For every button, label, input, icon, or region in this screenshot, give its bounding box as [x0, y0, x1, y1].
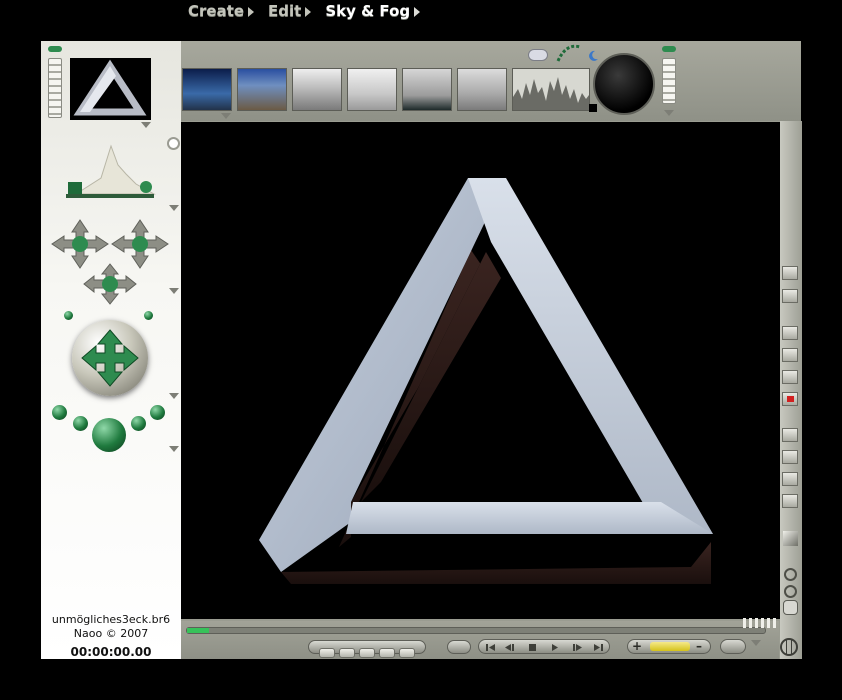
camera-move-icon [51, 219, 169, 305]
terrain-options-arrow[interactable] [169, 205, 179, 211]
playback-controls [478, 639, 610, 654]
stop-icon [529, 644, 536, 651]
view-solid-button[interactable] [782, 348, 798, 362]
sky-preset-4[interactable] [347, 68, 397, 111]
trackball-options-arrow[interactable] [169, 393, 179, 399]
play-icon [552, 644, 558, 651]
chevron-right-icon [414, 6, 421, 17]
zoom-in-icon[interactable] [784, 568, 797, 581]
step-back-icon [505, 644, 514, 651]
sun-dial-icon[interactable] [593, 53, 655, 115]
remove-key-icon[interactable]: – [696, 640, 708, 652]
file-name: unmögliches3eck.br6 [51, 613, 171, 626]
last-frame-icon [594, 644, 603, 651]
file-info: unmögliches3eck.br6 Naoo © 2007 00:00:00… [41, 613, 181, 659]
key-icon[interactable] [650, 642, 690, 651]
flyaround-left[interactable] [52, 405, 67, 420]
camera-reset-left[interactable] [64, 311, 73, 320]
display-options-4[interactable] [782, 494, 798, 508]
memory-dots-right[interactable] [662, 58, 676, 104]
first-frame-icon [486, 644, 495, 651]
memory-button[interactable] [339, 647, 355, 658]
sky-preset-2[interactable] [237, 68, 287, 111]
trackball-arrows-icon [81, 329, 139, 387]
sky-preset-6[interactable] [457, 68, 507, 111]
trackball[interactable] [72, 320, 148, 396]
preview-options-arrow[interactable] [141, 122, 151, 128]
animation-memory-buttons[interactable] [308, 640, 426, 658]
moon-icon[interactable] [587, 47, 599, 61]
file-author: Naoo © 2007 [73, 627, 149, 640]
status-led [48, 46, 62, 52]
keyframe-controls: + – [627, 639, 711, 654]
flyaround-mid-right[interactable] [131, 416, 146, 431]
display-options-2[interactable] [782, 450, 798, 464]
render-toggle[interactable] [167, 137, 180, 150]
sky-options-arrow[interactable] [664, 110, 674, 116]
memory-button[interactable] [359, 647, 375, 658]
add-key-icon[interactable]: + [632, 640, 644, 652]
timecode: 00:00:00.00 [70, 645, 152, 659]
menu-create[interactable]: Create [188, 2, 255, 20]
status-led-right [662, 46, 676, 52]
cube-icon[interactable] [783, 531, 798, 546]
hand-icon[interactable] [783, 600, 798, 615]
flyaround-mid-left[interactable] [73, 416, 88, 431]
menu-sky-fog[interactable]: Sky & Fog [325, 2, 421, 20]
memory-button[interactable] [379, 647, 395, 658]
animation-options-arrow[interactable] [751, 640, 761, 646]
cloud-icon[interactable] [528, 49, 548, 61]
render-viewport[interactable] [181, 122, 780, 619]
camera-options-arrow[interactable] [169, 288, 179, 294]
display-options-3[interactable] [782, 472, 798, 486]
sky-preset-1[interactable] [182, 68, 232, 111]
camera-reset-right[interactable] [144, 311, 153, 320]
display-options-1[interactable] [782, 428, 798, 442]
timeline-playhead[interactable] [187, 628, 209, 633]
memory-button[interactable] [399, 647, 415, 658]
palette-menu: Create Edit Sky & Fog [188, 0, 421, 22]
sky-presets [182, 68, 590, 111]
frequency-graph-icon [513, 77, 589, 110]
penrose-triangle-render [259, 178, 713, 584]
sky-preset-3[interactable] [292, 68, 342, 111]
pencil-icon[interactable] [782, 266, 798, 280]
sun-path-icon[interactable] [556, 43, 582, 63]
eraser-icon[interactable] [782, 289, 798, 303]
chevron-right-icon [305, 6, 312, 17]
record-icon [786, 396, 794, 402]
menu-edit[interactable]: Edit [268, 2, 312, 20]
zoom-out-icon[interactable] [784, 585, 797, 598]
sky-preset-5[interactable] [402, 68, 452, 111]
view-texture-button[interactable] [782, 370, 798, 384]
chevron-right-icon [248, 6, 255, 17]
step-forward-icon [573, 644, 582, 651]
keyframe-view-button[interactable] [447, 640, 471, 654]
view-wireframe-button[interactable] [782, 326, 798, 340]
cloud-frequency-graph[interactable] [512, 68, 590, 111]
nano-preview[interactable] [70, 58, 151, 120]
camera-cross-controls[interactable] [50, 218, 170, 306]
flyaround-options-arrow[interactable] [169, 446, 179, 452]
flyaround-center[interactable] [92, 418, 126, 452]
create-terrain-tool[interactable] [66, 140, 156, 200]
terrain-icon [66, 144, 156, 198]
globe-icon[interactable] [780, 638, 798, 656]
memory-button[interactable] [319, 647, 335, 658]
sky-presets-arrow[interactable] [221, 113, 231, 119]
timeline-zoom-ticks[interactable] [743, 618, 779, 628]
render-button[interactable] [782, 392, 798, 406]
timeline-scrubber[interactable] [186, 627, 766, 634]
sun-color-swatch[interactable] [589, 104, 597, 112]
preview-triangle-icon [73, 59, 147, 116]
animation-options-button[interactable] [720, 639, 746, 654]
memory-dots[interactable] [48, 58, 62, 118]
flyaround-right[interactable] [150, 405, 165, 420]
